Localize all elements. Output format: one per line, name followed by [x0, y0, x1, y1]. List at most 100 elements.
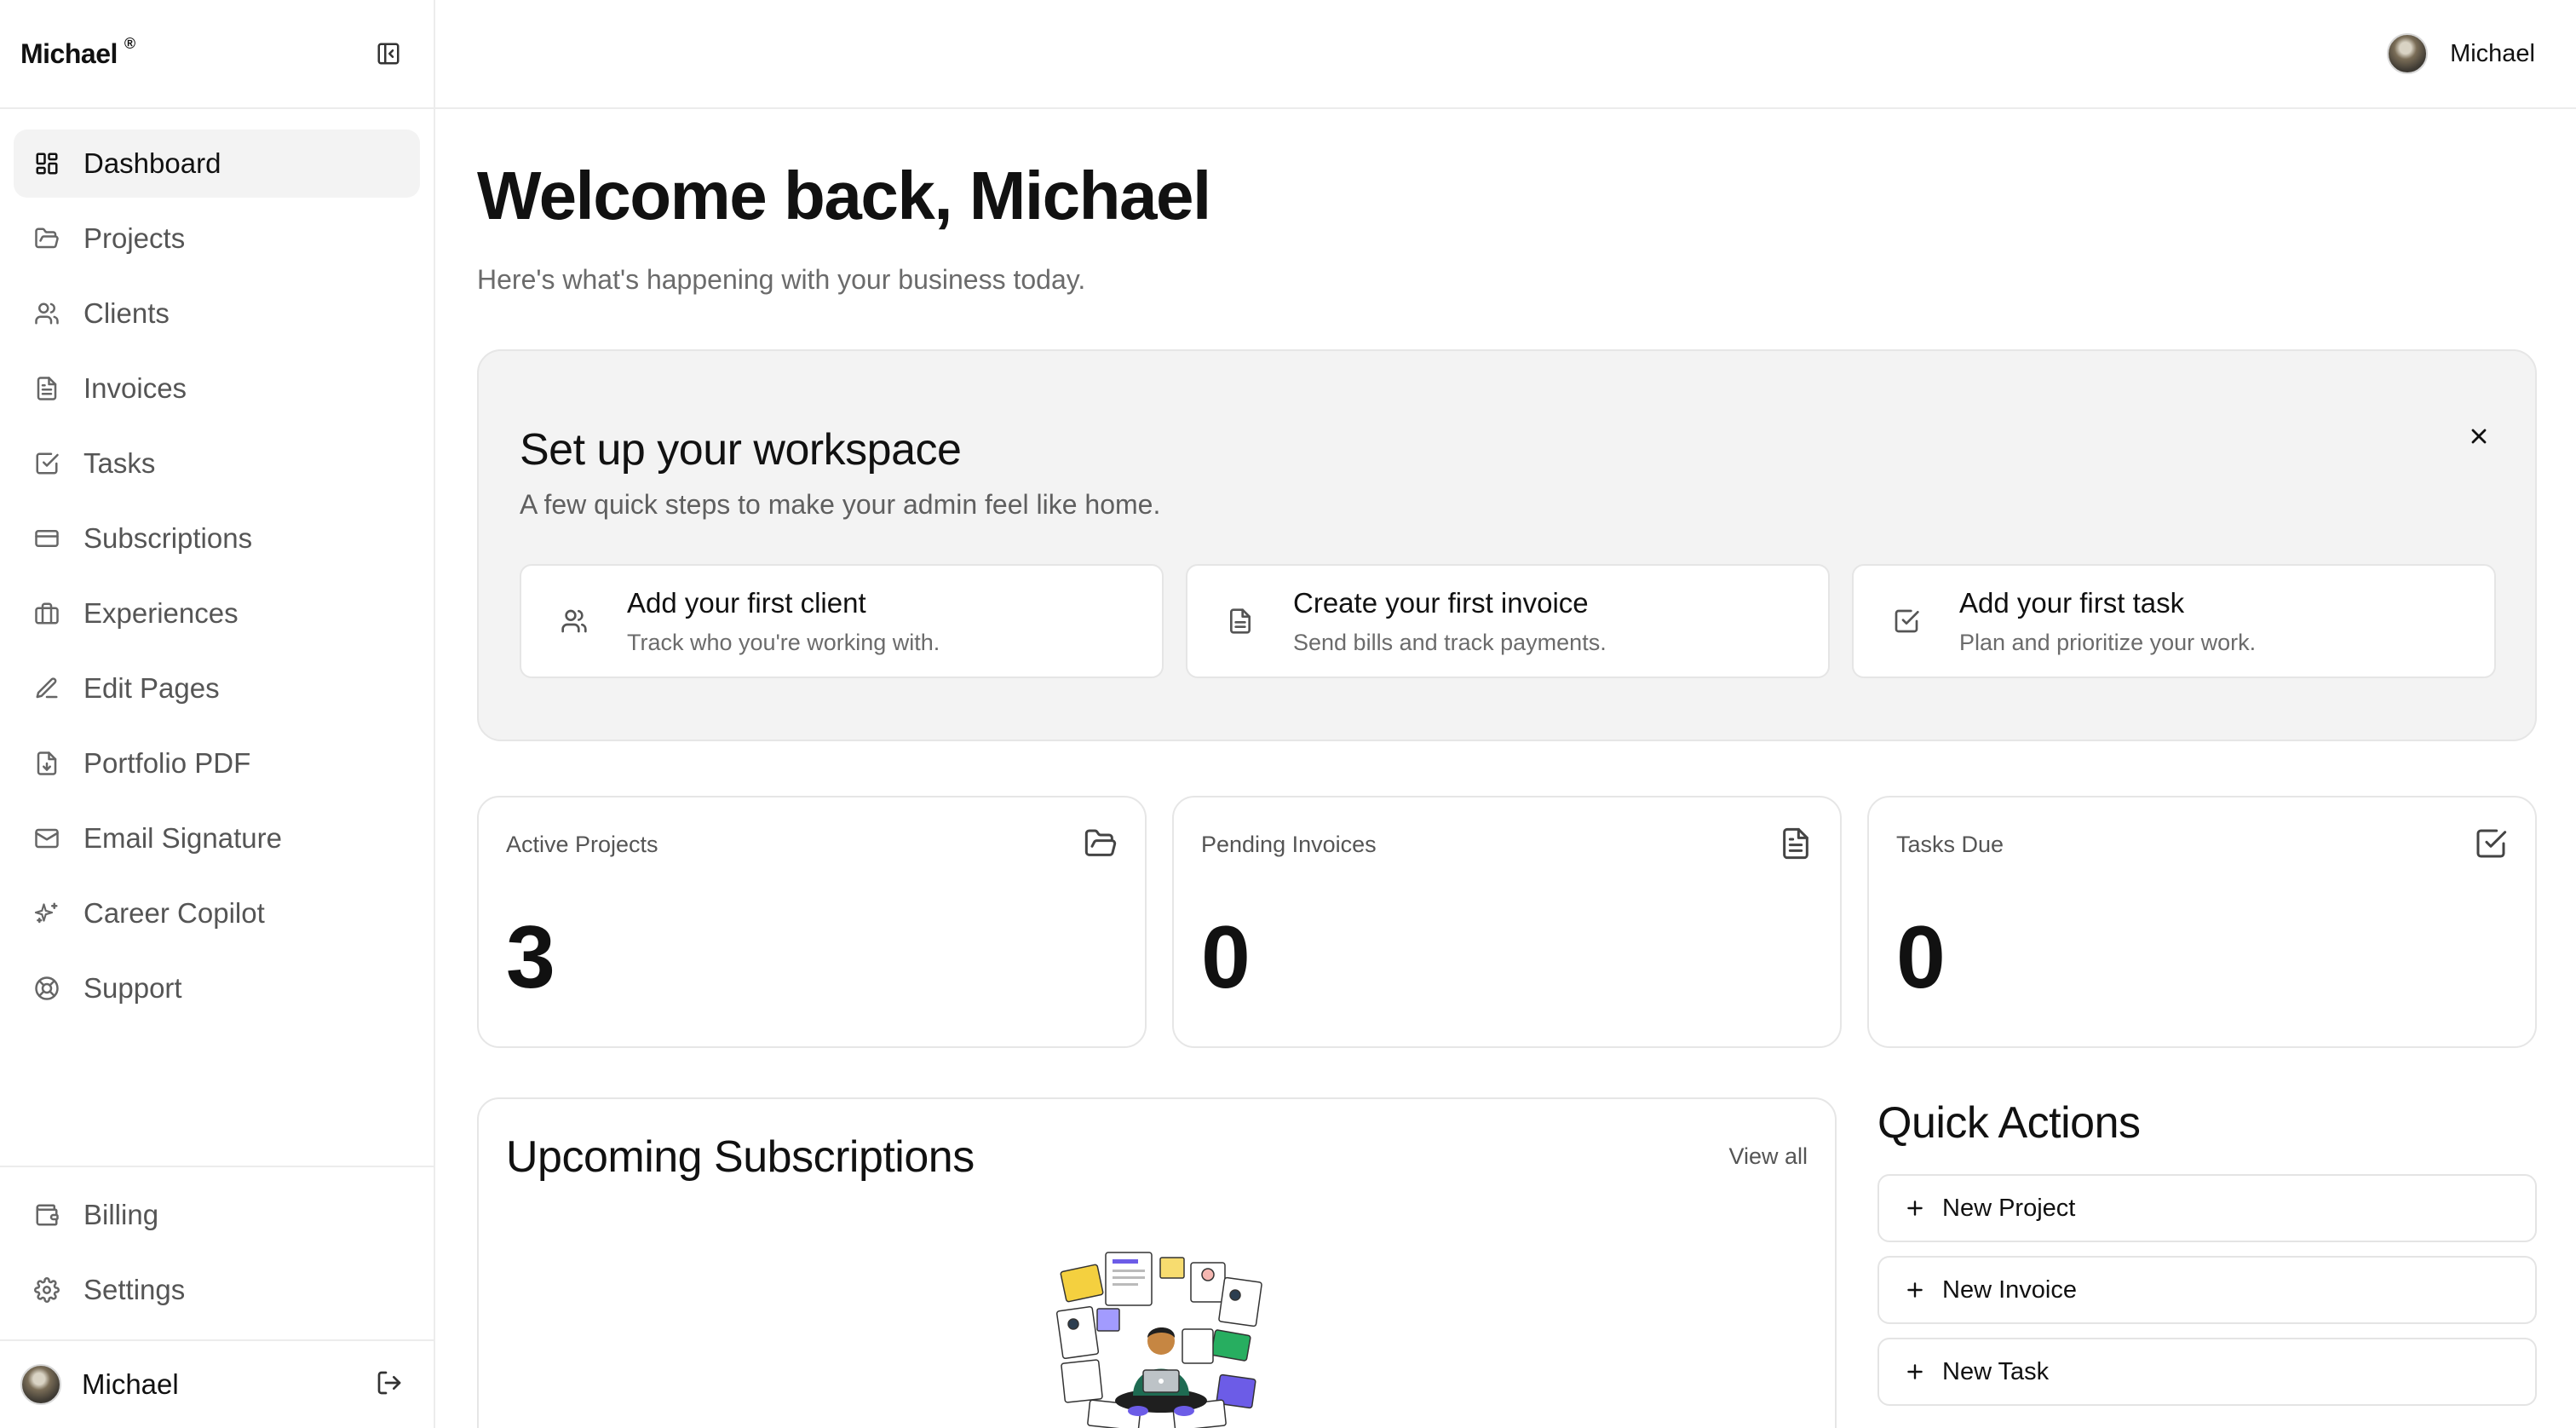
sidebar-item-settings[interactable]: Settings [14, 1256, 420, 1324]
section-title: Upcoming Subscriptions [506, 1132, 975, 1182]
section-title: Quick Actions [1877, 1098, 2141, 1148]
users-icon [559, 606, 589, 636]
sidebar-collapse-button[interactable] [374, 39, 403, 68]
avatar[interactable] [2387, 33, 2429, 74]
sidebar-item-label: Projects [83, 222, 186, 254]
logout-button[interactable] [376, 1369, 403, 1401]
page-title: Welcome back, Michael [477, 158, 1211, 233]
sidebar-item-projects[interactable]: Projects [14, 204, 420, 273]
sidebar-item-label: Settings [83, 1274, 186, 1305]
plus-icon [1903, 1360, 1927, 1384]
logout-icon [377, 1371, 401, 1394]
file-download-icon [34, 751, 60, 776]
plus-icon [1903, 1196, 1927, 1220]
sidebar-item-label: Support [83, 972, 182, 1004]
brand-mark: ® [124, 34, 135, 52]
sidebar-item-label: Subscriptions [83, 522, 253, 554]
sparkles-icon [34, 901, 60, 926]
close-icon [2471, 429, 2487, 444]
check-square-icon [1891, 606, 1922, 636]
stat-label: Tasks Due [1896, 832, 2004, 857]
quick-action-label: New Task [1942, 1357, 2050, 1385]
new-task-button[interactable]: New Task [1877, 1338, 2537, 1406]
sidebar-item-label: Email Signature [83, 822, 282, 854]
sidebar-item-label: Tasks [83, 447, 156, 479]
setup-workspace-panel: Set up your workspace A few quick steps … [477, 349, 2537, 741]
main-content: Welcome back, Michael Here's what's happ… [477, 109, 2537, 1428]
stats-row: Active Projects 3 Pending Invoices 0 Tas… [477, 796, 2537, 1048]
check-square-icon [34, 451, 60, 476]
app-root: Michael ® Dashboard Projects Clients Inv… [0, 0, 2576, 1428]
topbar-user-name[interactable]: Michael [2450, 40, 2535, 68]
stat-value: 0 [1201, 908, 1251, 1007]
wallet-icon [34, 1202, 60, 1228]
sidebar-item-dashboard[interactable]: Dashboard [14, 130, 420, 198]
sidebar-item-invoices[interactable]: Invoices [14, 354, 420, 423]
setup-card-create-invoice[interactable]: Create your first invoice Send bills and… [1186, 564, 1830, 678]
sidebar-item-clients[interactable]: Clients [14, 279, 420, 348]
sidebar-item-label: Billing [83, 1199, 159, 1230]
folder-icon [34, 226, 60, 251]
life-buoy-icon [34, 976, 60, 1001]
folder-open-icon [1084, 829, 1117, 856]
new-invoice-button[interactable]: New Invoice [1877, 1256, 2537, 1324]
setup-subtitle: A few quick steps to make your admin fee… [520, 489, 1161, 520]
sidebar-item-support[interactable]: Support [14, 954, 420, 1022]
sidebar-item-label: Edit Pages [83, 672, 220, 704]
setup-card-add-task[interactable]: Add your first task Plan and prioritize … [1852, 564, 2496, 678]
stat-label: Pending Invoices [1201, 832, 1377, 857]
mail-icon [34, 826, 60, 851]
sidebar-item-billing[interactable]: Billing [14, 1181, 420, 1249]
setup-card-add-client[interactable]: Add your first client Track who you're w… [520, 564, 1164, 678]
avatar [20, 1364, 61, 1405]
sidebar-item-label: Dashboard [83, 147, 221, 179]
file-text-icon [1225, 606, 1256, 636]
briefcase-icon [34, 601, 60, 626]
setup-close-button[interactable] [2462, 419, 2496, 453]
sidebar-item-label: Portfolio PDF [83, 747, 251, 779]
file-text-icon [34, 376, 60, 401]
setup-card-subtitle: Plan and prioritize your work. [1959, 629, 2257, 655]
sidebar-user-footer: Michael [0, 1339, 434, 1428]
sidebar-user[interactable]: Michael [20, 1364, 179, 1405]
sidebar-item-subscriptions[interactable]: Subscriptions [14, 504, 420, 573]
stat-card-tasks-due[interactable]: Tasks Due 0 [1867, 796, 2537, 1048]
sidebar-item-label: Invoices [83, 372, 187, 404]
sidebar-bottom-nav: Billing Settings [0, 1166, 434, 1331]
stat-card-pending-invoices[interactable]: Pending Invoices 0 [1172, 796, 1842, 1048]
brand-name: Michael [20, 37, 118, 69]
sidebar-item-label: Career Copilot [83, 897, 265, 929]
stat-label: Active Projects [506, 832, 658, 857]
brand-row: Michael ® [0, 0, 434, 109]
quick-action-label: New Project [1942, 1194, 2076, 1222]
gear-icon [34, 1277, 60, 1303]
sidebar-item-edit-pages[interactable]: Edit Pages [14, 654, 420, 723]
sidebar-item-email-signature[interactable]: Email Signature [14, 804, 420, 872]
brand-logo[interactable]: Michael ® [20, 34, 135, 70]
sidebar-item-tasks[interactable]: Tasks [14, 429, 420, 498]
sidebar-item-career-copilot[interactable]: Career Copilot [14, 879, 420, 947]
stat-value: 3 [506, 908, 555, 1007]
quick-actions: Quick Actions New Project New Invoice Ne… [1877, 1097, 2537, 1406]
sidebar-item-label: Experiences [83, 597, 239, 629]
users-icon [34, 301, 60, 326]
panel-left-close-icon [377, 43, 400, 65]
plus-icon [1903, 1278, 1927, 1302]
stat-value: 0 [1896, 908, 1946, 1007]
setup-card-subtitle: Send bills and track payments. [1293, 629, 1607, 655]
page-subtitle: Here's what's happening with your busine… [477, 264, 1086, 295]
view-all-link[interactable]: View all [1728, 1143, 1808, 1170]
setup-card-title: Add your first client [627, 586, 866, 619]
setup-cards: Add your first client Track who you're w… [520, 564, 2496, 678]
credit-card-icon [34, 526, 60, 551]
new-project-button[interactable]: New Project [1877, 1174, 2537, 1242]
sidebar-user-name: Michael [82, 1368, 179, 1400]
setup-card-title: Add your first task [1959, 586, 2185, 619]
setup-title: Set up your workspace [520, 425, 962, 475]
sidebar-item-experiences[interactable]: Experiences [14, 579, 420, 648]
quick-action-label: New Invoice [1942, 1275, 2077, 1304]
empty-state-illustration [1055, 1252, 1262, 1428]
stat-card-active-projects[interactable]: Active Projects 3 [477, 796, 1147, 1048]
sidebar-item-portfolio-pdf[interactable]: Portfolio PDF [14, 729, 420, 797]
sidebar-nav: Dashboard Projects Clients Invoices Task… [0, 109, 434, 1022]
